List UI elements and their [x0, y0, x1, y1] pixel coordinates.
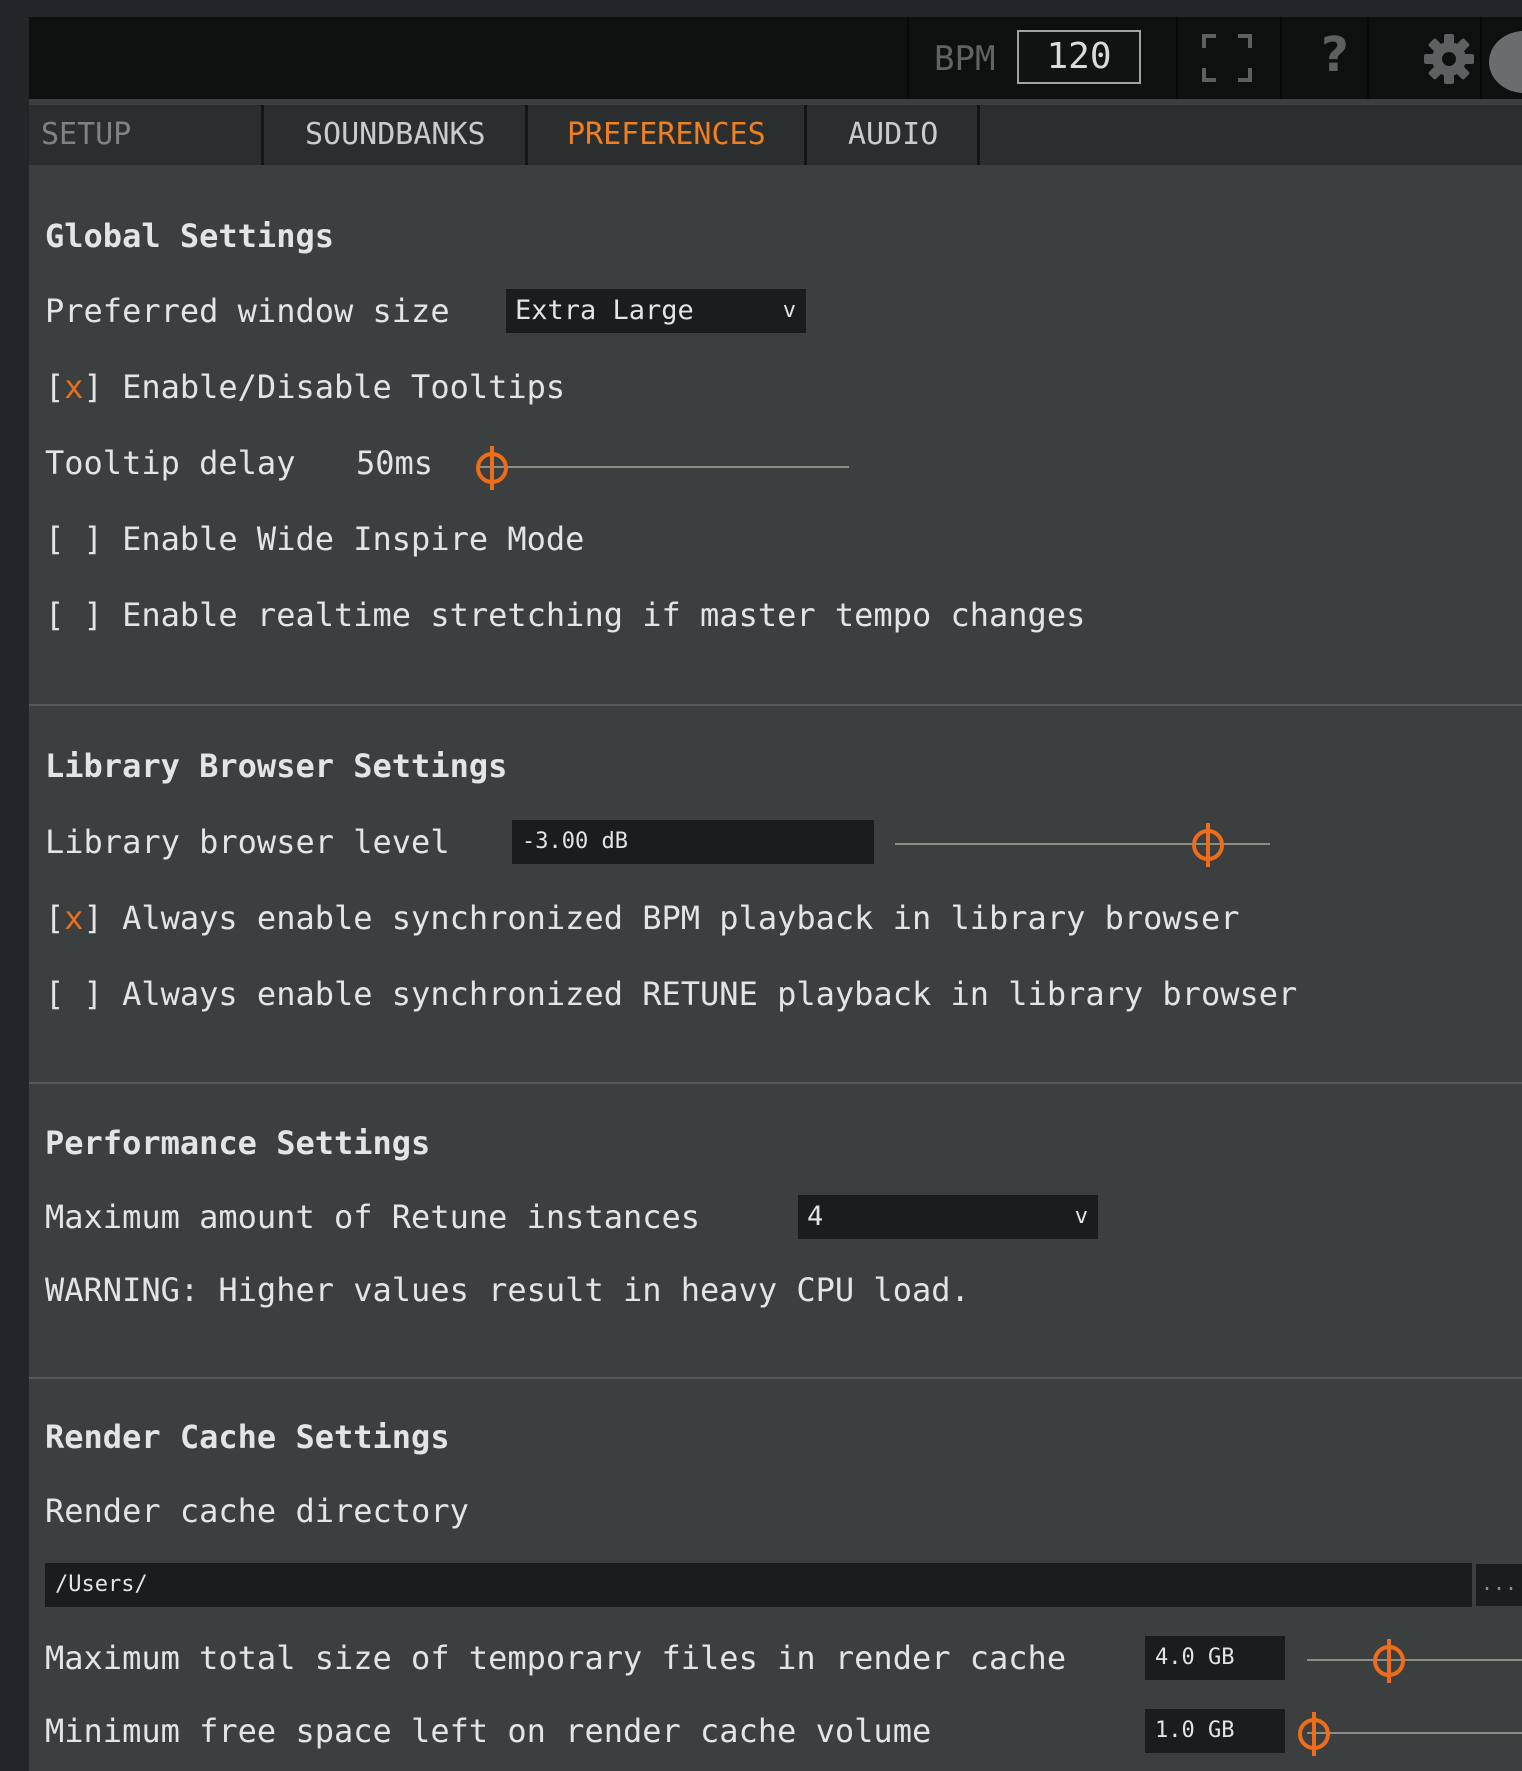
slider-thumb[interactable]	[1298, 1712, 1331, 1756]
help-icon[interactable]: ?	[1321, 27, 1349, 83]
retune-sync-checkbox[interactable]: [ ] Always enable synchronized RETUNE pl…	[45, 974, 1297, 1014]
tab-divider	[804, 105, 807, 165]
bpm-field[interactable]: 120	[1017, 30, 1141, 84]
checkbox-mark	[64, 596, 83, 634]
render-cache-directory-label: Render cache directory	[45, 1492, 469, 1530]
tooltip-delay-label: Tooltip delay	[45, 444, 296, 482]
checkbox-mark: x	[64, 368, 84, 406]
wide-inspire-label: Enable Wide Inspire Mode	[122, 520, 585, 558]
realtime-stretch-label: Enable realtime stretching if master tem…	[122, 596, 1086, 634]
realtime-stretch-checkbox[interactable]: [ ] Enable realtime stretching if master…	[45, 595, 1085, 635]
bpm-sync-checkbox[interactable]: [x] Always enable synchronized BPM playb…	[45, 898, 1239, 938]
library-level-field[interactable]: -3.00 dB	[512, 820, 874, 864]
tab-divider	[977, 105, 980, 165]
min-free-space-field[interactable]: 1.0 GB	[1145, 1709, 1285, 1753]
tab-divider	[525, 105, 528, 165]
header-divider	[1280, 17, 1282, 99]
chevron-down-icon: v	[782, 298, 796, 323]
tab-preferences[interactable]: PREFERENCES	[567, 105, 766, 165]
checkbox-mark	[64, 520, 83, 558]
chevron-down-icon: v	[1074, 1204, 1088, 1229]
header-divider	[1176, 17, 1178, 99]
cpu-warning-text: WARNING: Higher values result in heavy C…	[45, 1271, 970, 1309]
slider-thumb[interactable]	[476, 446, 509, 490]
header-divider	[907, 17, 909, 99]
window-size-value: Extra Large	[515, 295, 694, 326]
wide-inspire-checkbox[interactable]: [ ] Enable Wide Inspire Mode	[45, 519, 584, 559]
tab-soundbanks[interactable]: SOUNDBANKS	[305, 105, 486, 165]
bpm-sync-label: Always enable synchronized BPM playback …	[122, 899, 1240, 937]
browse-button[interactable]: ...	[1476, 1564, 1522, 1606]
slider-thumb[interactable]	[1372, 1639, 1405, 1683]
retune-sync-label: Always enable synchronized RETUNE playba…	[122, 975, 1298, 1013]
render-cache-directory-field[interactable]: /Users/	[45, 1563, 1472, 1607]
min-free-space-label: Minimum free space left on render cache …	[45, 1712, 932, 1750]
slider-track	[1307, 1732, 1522, 1734]
gear-icon[interactable]	[1422, 32, 1476, 86]
header-divider	[1480, 17, 1482, 99]
library-level-label: Library browser level	[45, 823, 450, 861]
performance-settings-heading: Performance Settings	[45, 1124, 431, 1162]
header-divider	[1367, 17, 1369, 99]
slider-track	[1307, 1659, 1522, 1661]
slider-track	[479, 466, 849, 468]
section-divider	[29, 1082, 1522, 1084]
avatar[interactable]	[1489, 31, 1522, 93]
top-bar: BPM 120 ?	[29, 17, 1522, 99]
max-cache-size-slider[interactable]	[1307, 1639, 1522, 1683]
tab-audio[interactable]: AUDIO	[848, 105, 938, 165]
retune-instances-value: 4	[807, 1201, 824, 1232]
max-cache-size-label: Maximum total size of temporary files in…	[45, 1639, 1067, 1677]
retune-instances-dropdown[interactable]: 4 v	[798, 1195, 1098, 1239]
tab-setup[interactable]: SETUP	[41, 105, 131, 165]
preferences-window: BPM 120 ? SETUP SOUNDBANKS PREFERENCES A…	[29, 17, 1522, 1771]
checkbox-mark	[64, 975, 83, 1013]
fullscreen-icon[interactable]	[1202, 34, 1252, 82]
tooltip-delay-slider[interactable]	[476, 446, 849, 490]
section-divider	[29, 704, 1522, 706]
tooltips-checkbox[interactable]: [x] Enable/Disable Tooltips	[45, 367, 565, 407]
checkbox-mark: x	[64, 899, 84, 937]
tab-bar: SETUP SOUNDBANKS PREFERENCES AUDIO	[29, 105, 1522, 165]
min-free-space-slider[interactable]	[1298, 1712, 1522, 1756]
global-settings-heading: Global Settings	[45, 217, 334, 255]
tooltip-delay-value: 50ms	[356, 444, 434, 482]
render-cache-heading: Render Cache Settings	[45, 1418, 450, 1456]
max-cache-size-field[interactable]: 4.0 GB	[1145, 1636, 1285, 1680]
retune-instances-label: Maximum amount of Retune instances	[45, 1198, 701, 1236]
section-divider	[29, 1377, 1522, 1379]
slider-thumb[interactable]	[1192, 823, 1225, 867]
tooltips-label: Enable/Disable Tooltips	[122, 368, 566, 406]
window-size-dropdown[interactable]: Extra Large v	[506, 289, 806, 333]
library-level-slider[interactable]	[895, 823, 1270, 867]
tab-divider	[261, 105, 264, 165]
bpm-label: BPM	[934, 39, 996, 79]
library-settings-heading: Library Browser Settings	[45, 747, 508, 785]
window-size-label: Preferred window size	[45, 292, 450, 330]
